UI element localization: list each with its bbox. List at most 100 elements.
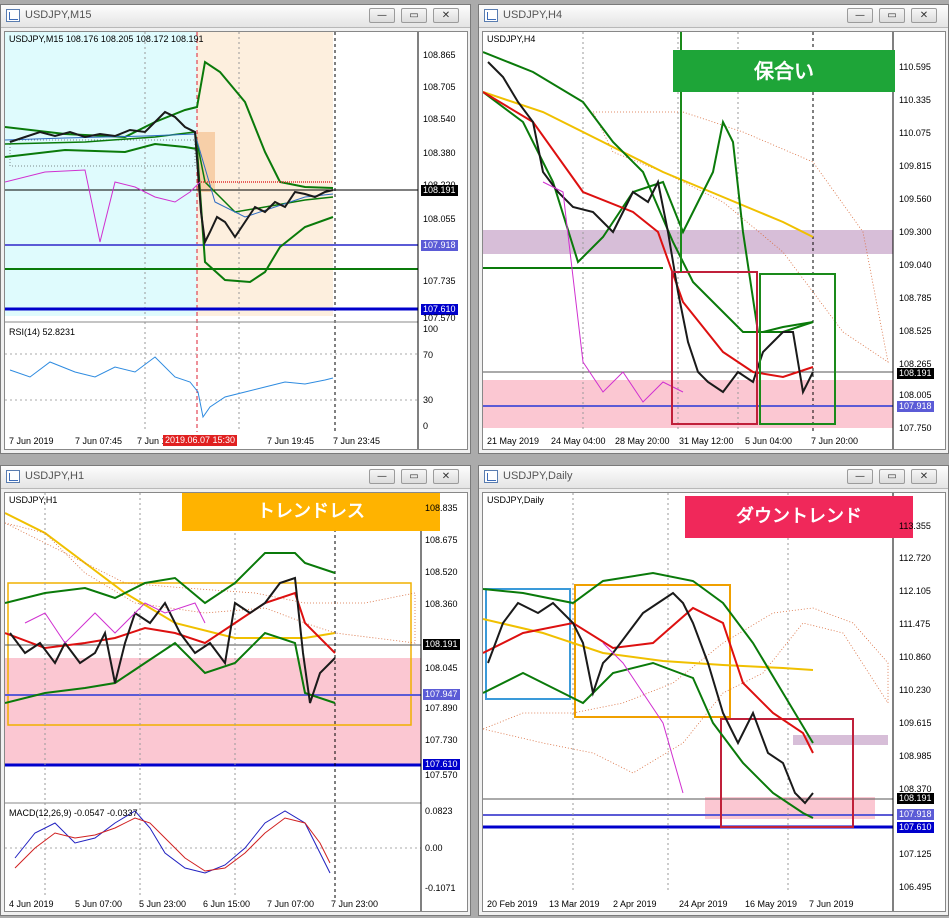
chart-symbol-line: USDJPY,Daily [487, 495, 544, 505]
price-label: 108.835 [425, 503, 458, 513]
trendless-banner: トレンドレス [182, 493, 440, 531]
chart-area[interactable]: USDJPY,M15 108.176 108.205 108.172 108.1… [4, 31, 468, 450]
chart-symbol-line: USDJPY,H4 [487, 34, 536, 44]
price-label: 109.615 [899, 718, 932, 728]
restore-button[interactable]: ▭ [879, 469, 905, 484]
time-label: 7 Jun 07:00 [267, 899, 315, 909]
time-label: 7 Jun 07:45 [75, 436, 123, 446]
price-label: 107.890 [425, 703, 458, 713]
time-label: 6 Jun 15:00 [203, 899, 251, 909]
support-price-badge: 107.610 [423, 759, 460, 770]
time-label: 7 Jun 20:00 [811, 436, 859, 446]
time-label: 7 Jun 19:45 [267, 436, 315, 446]
chart-area[interactable]: 保合い USDJPY,H4 110.595 110.335 110.075 10… [482, 31, 946, 450]
price-chart-drawing [5, 32, 419, 449]
price-label: 109.815 [899, 161, 932, 171]
window-title: USDJPY,M15 [25, 9, 92, 21]
chart-window-daily[interactable]: USDJPY,Daily — ▭ ✕ ダウントレンド USDJPY,Daily … [478, 465, 949, 916]
macd-level: 0.0823 [425, 806, 453, 816]
price-label: 112.720 [899, 553, 931, 563]
price-label: 108.520 [425, 567, 458, 577]
time-label: 7 Jun 2019 [809, 899, 854, 909]
macd-level: -0.1071 [425, 883, 456, 893]
time-label: 13 Mar 2019 [549, 899, 600, 909]
price-label: 108.055 [423, 214, 456, 224]
titlebar[interactable]: USDJPY,H1 — ▭ ✕ [1, 466, 470, 489]
chart-area[interactable]: トレンドレス USDJPY,H1 108.835 108.675 108.520… [4, 492, 468, 912]
time-label: 7 Jun 23:45 [333, 436, 381, 446]
minimize-button[interactable]: — [369, 469, 395, 484]
macd-level: 0.00 [425, 843, 443, 853]
price-label: 108.865 [423, 50, 456, 60]
line-price-badge: 107.918 [897, 401, 934, 412]
price-chart-drawing [483, 493, 894, 911]
rsi-level: 0 [423, 421, 429, 431]
close-button[interactable]: ✕ [911, 469, 937, 484]
time-label: 28 May 20:00 [615, 436, 670, 446]
price-label: 113.355 [899, 521, 931, 531]
time-label: 31 May 12:00 [679, 436, 734, 446]
chart-area[interactable]: ダウントレンド USDJPY,Daily 113.355 112.720 112… [482, 492, 946, 912]
chart-window-m15[interactable]: USDJPY,M15 — ▭ ✕ USDJPY,M15 108.176 108.… [0, 4, 471, 454]
restore-button[interactable]: ▭ [401, 469, 427, 484]
price-label: 106.495 [899, 882, 932, 892]
time-label: 5 Jun 07:00 [75, 899, 123, 909]
price-label: 107.730 [425, 735, 458, 745]
price-label: 108.005 [899, 390, 932, 400]
time-label: 24 May 04:00 [551, 436, 606, 446]
rsi-level: 100 [423, 324, 439, 334]
price-label: 108.985 [899, 751, 932, 761]
titlebar[interactable]: USDJPY,M15 — ▭ ✕ [1, 5, 470, 28]
titlebar[interactable]: USDJPY,H4 — ▭ ✕ [479, 5, 948, 28]
current-price-badge: 108.191 [897, 793, 934, 804]
macd-label: MACD(12,26,9) -0.0547 -0.0337 [9, 808, 138, 818]
restore-button[interactable]: ▭ [401, 8, 427, 23]
price-label: 110.335 [899, 95, 931, 105]
time-label: 7 Jun 2019 [9, 436, 54, 446]
time-label: 5 Jun 04:00 [745, 436, 793, 446]
time-label: 20 Feb 2019 [487, 899, 538, 909]
window-title: USDJPY,Daily [503, 470, 573, 482]
titlebar[interactable]: USDJPY,Daily — ▭ ✕ [479, 466, 948, 489]
close-button[interactable]: ✕ [911, 8, 937, 23]
close-button[interactable]: ✕ [433, 8, 459, 23]
time-label: 21 May 2019 [487, 436, 540, 446]
line-price-badge: 107.918 [421, 240, 458, 251]
chart-window-h1[interactable]: USDJPY,H1 — ▭ ✕ トレンドレス USDJPY,H1 108.835… [0, 465, 471, 916]
price-label: 107.125 [899, 849, 932, 859]
minimize-button[interactable]: — [847, 469, 873, 484]
minimize-button[interactable]: — [369, 8, 395, 23]
price-label: 107.735 [423, 276, 456, 286]
price-label: 111.475 [899, 619, 931, 629]
minimize-button[interactable]: — [847, 8, 873, 23]
price-label: 108.380 [423, 148, 456, 158]
rsi-level: 30 [423, 395, 434, 405]
price-label: 110.860 [899, 652, 931, 662]
chart-window-icon [6, 470, 20, 483]
price-chart-drawing [483, 32, 894, 449]
rsi-label: RSI(14) 52.8231 [9, 327, 76, 337]
line-price-badge: 107.947 [423, 689, 460, 700]
restore-button[interactable]: ▭ [879, 8, 905, 23]
close-button[interactable]: ✕ [433, 469, 459, 484]
price-label: 109.040 [899, 260, 932, 270]
window-title: USDJPY,H4 [503, 9, 563, 21]
line-price-badge: 107.918 [897, 809, 934, 820]
price-label: 107.750 [899, 423, 932, 433]
time-label: 24 Apr 2019 [679, 899, 728, 909]
price-label: 108.540 [423, 114, 456, 124]
price-label: 110.230 [899, 685, 931, 695]
chart-window-h4[interactable]: USDJPY,H4 — ▭ ✕ 保合い USDJPY,H4 110.595 11… [478, 4, 949, 454]
current-price-badge: 108.191 [897, 368, 934, 379]
support-price-badge: 107.610 [897, 822, 934, 833]
price-label: 110.075 [899, 128, 931, 138]
price-label: 112.105 [899, 586, 931, 596]
time-label: 7 Jun 23:00 [331, 899, 379, 909]
chart-window-icon [484, 470, 498, 483]
current-price-badge: 108.191 [423, 639, 460, 650]
chart-symbol-line: USDJPY,H1 [9, 495, 58, 505]
time-label: 2 Apr 2019 [613, 899, 657, 909]
chart-symbol-line: USDJPY,M15 108.176 108.205 108.172 108.1… [9, 34, 204, 44]
price-label: 108.705 [423, 82, 456, 92]
price-label: 108.675 [425, 535, 458, 545]
